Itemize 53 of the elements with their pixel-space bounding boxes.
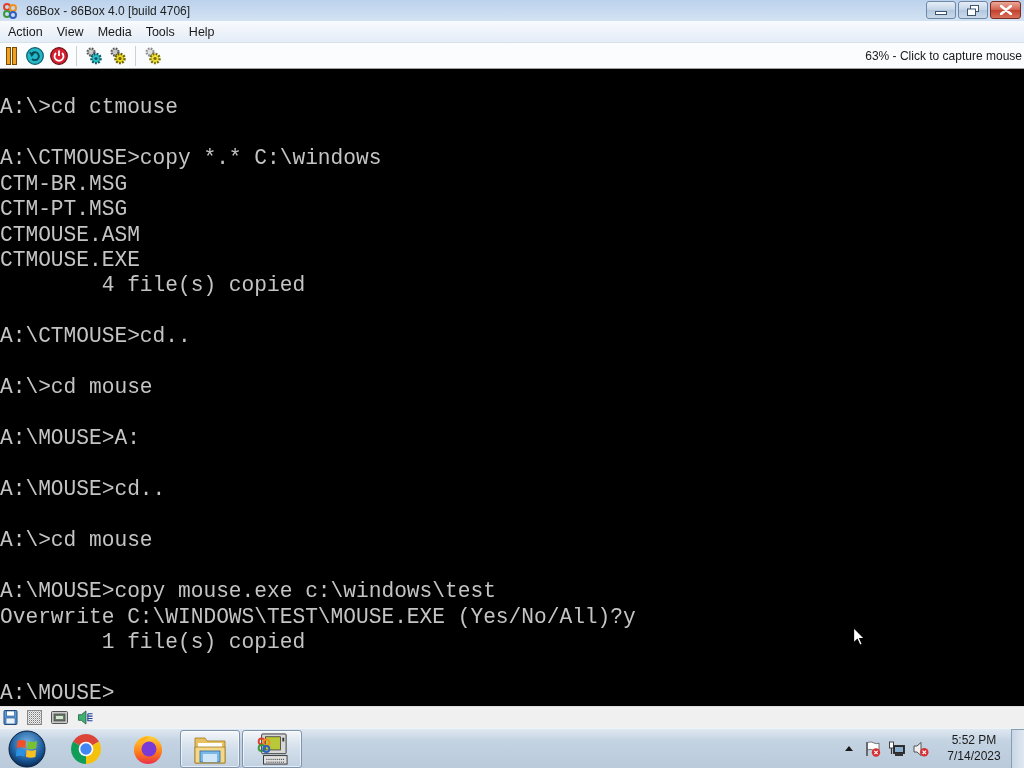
terminal-screen[interactable] <box>0 69 1024 706</box>
terminal-line: CTMOUSE.ASM <box>0 223 140 246</box>
restore-button[interactable] <box>958 1 988 19</box>
capture-status-text: 63% - Click to capture mouse <box>865 48 1023 63</box>
reset-icon[interactable] <box>26 46 44 65</box>
network-icon[interactable] <box>889 740 905 757</box>
terminal-line: 4 file(s) copied <box>100 274 306 297</box>
clock-date[interactable]: 7/14/2023 <box>947 749 1001 764</box>
taskbar-button[interactable] <box>242 729 302 768</box>
terminal-line: A:\>cd mouse <box>0 529 153 552</box>
speaker-icon[interactable] <box>77 710 94 725</box>
window-title: 86Box - 86Box 4.0 [build 4706] <box>26 3 191 18</box>
close-icon <box>999 5 1012 15</box>
terminal-line: A:\>cd ctmouse <box>0 96 178 119</box>
gears-icon[interactable] <box>85 46 103 65</box>
terminal-line: CTM-PT.MSG <box>0 198 128 221</box>
up-arrow-icon[interactable] <box>845 746 853 751</box>
terminal-line: A:\CTMOUSE>cd.. <box>0 325 191 348</box>
terminal-line: A:\MOUSE>copy mouse.exe c:\windows\test <box>0 580 496 603</box>
floppy-icon[interactable] <box>3 710 18 725</box>
terminal-line: Overwrite C:\WINDOWS\TEST\MOUSE.EXE (Yes/No/All)?y <box>0 605 636 628</box>
menu-item[interactable]: View <box>49 21 91 42</box>
terminal-line: CTMOUSE.EXE <box>0 249 140 271</box>
gears-icon[interactable] <box>144 46 162 65</box>
network-card-icon[interactable] <box>51 710 68 725</box>
flag-error-icon[interactable] <box>865 740 881 757</box>
restore-icon <box>967 4 979 16</box>
menu-item[interactable]: Help <box>181 21 222 42</box>
app-logo-icon <box>2 2 18 19</box>
gears-icon[interactable] <box>109 46 127 65</box>
mouse-cursor-icon <box>853 627 865 646</box>
terminal-line: 1 file(s) copied <box>100 631 306 654</box>
emulator-icon <box>256 732 288 765</box>
menu-item[interactable]: Action <box>1 21 50 42</box>
menu-item[interactable]: Tools <box>138 21 182 42</box>
clock-time[interactable]: 5:52 PM <box>951 733 997 748</box>
close-button[interactable] <box>990 1 1021 19</box>
terminal-line: A:\MOUSE> <box>0 682 115 704</box>
browser-icon <box>70 732 102 765</box>
power-icon[interactable] <box>50 46 68 65</box>
dotted-square-icon[interactable] <box>27 710 42 725</box>
terminal-line: A:\CTMOUSE>copy *.* C:\windows <box>0 147 382 170</box>
terminal-line: A:\MOUSE>cd.. <box>0 478 166 501</box>
pause-icon[interactable] <box>6 46 17 65</box>
terminal-line: A:\>cd mouse <box>0 376 153 399</box>
taskbar-button[interactable] <box>180 729 240 768</box>
minimize-button[interactable] <box>926 1 956 19</box>
speaker-muted-icon[interactable] <box>913 740 929 757</box>
terminal-line: A:\MOUSE>A: <box>0 427 140 450</box>
minimize-icon <box>935 10 947 15</box>
terminal-line: CTM-BR.MSG <box>0 172 128 195</box>
start-orb-icon[interactable] <box>8 729 46 768</box>
menu-item[interactable]: Media <box>90 21 139 42</box>
